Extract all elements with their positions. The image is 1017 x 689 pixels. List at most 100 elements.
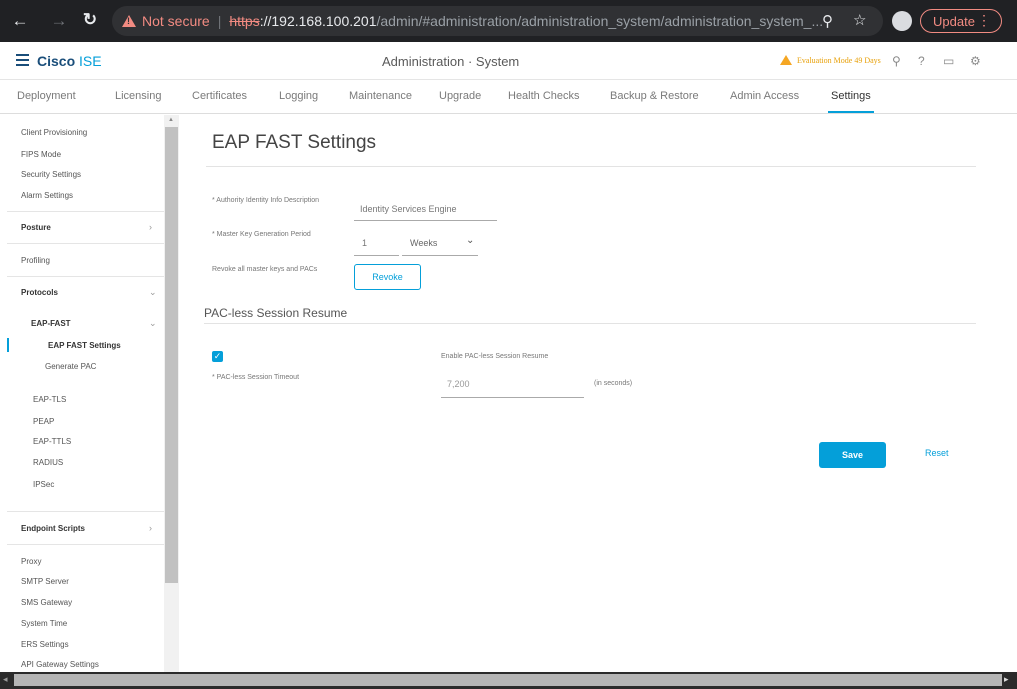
page-right-margin xyxy=(1006,115,1017,672)
chevron-down-icon[interactable]: ⌄ xyxy=(149,318,157,329)
zoom-icon[interactable]: ⚲ xyxy=(822,12,833,30)
sidebar-scrollbar-thumb[interactable] xyxy=(165,127,178,583)
url-scheme: https xyxy=(229,13,260,29)
scroll-left-arrow-icon[interactable]: ◂ xyxy=(3,674,8,685)
sidebar-item-proxy[interactable]: Proxy xyxy=(21,557,41,566)
sidebar-item-ers-settings[interactable]: ERS Settings xyxy=(21,640,69,649)
pacless-section-title: PAC-less Session Resume xyxy=(204,306,348,320)
master-key-period-input[interactable]: 1 xyxy=(362,238,367,248)
forward-arrow-icon[interactable]: → xyxy=(45,11,73,31)
tab-backup-restore[interactable]: Backup & Restore xyxy=(610,90,699,102)
tab-admin-access[interactable]: Admin Access xyxy=(730,90,799,102)
selected-item-indicator xyxy=(7,338,9,352)
tab-certificates[interactable]: Certificates xyxy=(192,90,247,102)
ise-header: Cisco ISE Administration · System Evalua… xyxy=(0,42,1017,80)
url-host: ://192.168.100.201 xyxy=(259,13,377,29)
warning-icon xyxy=(122,15,136,27)
sidebar-item-eap-fast-settings[interactable]: EAP FAST Settings xyxy=(48,341,121,350)
update-button[interactable]: Update ⋮ xyxy=(920,9,1002,33)
scroll-right-arrow-icon[interactable]: ▸ xyxy=(1004,674,1009,685)
enable-pacless-checkbox[interactable]: ✓ xyxy=(212,351,223,362)
sidebar-item-generate-pac[interactable]: Generate PAC xyxy=(45,362,96,371)
active-tab-indicator xyxy=(828,111,874,113)
brand-logo: Cisco ISE xyxy=(37,53,102,69)
scroll-up-arrow-icon[interactable]: ▲ xyxy=(168,117,174,123)
sidebar-item-alarm-settings[interactable]: Alarm Settings xyxy=(21,191,73,200)
omnibox-separator: | xyxy=(217,13,222,29)
sidebar-divider xyxy=(7,511,165,512)
tab-maintenance[interactable]: Maintenance xyxy=(349,90,412,102)
gear-icon[interactable]: ⚙ xyxy=(970,54,981,68)
search-icon[interactable]: ⚲ xyxy=(892,54,901,68)
browser-toolbar: ← → ↻ Not secure | https ://192.168.100.… xyxy=(0,0,1017,42)
timeout-input[interactable]: 7,200 xyxy=(447,379,470,389)
sidebar: Client Provisioning FIPS Mode Security S… xyxy=(0,115,179,672)
horizontal-scrollbar[interactable]: ◂ ▸ xyxy=(0,672,1017,689)
hamburger-menu-icon[interactable] xyxy=(16,54,29,66)
sidebar-divider xyxy=(7,243,165,244)
sidebar-item-eap-fast[interactable]: EAP-FAST xyxy=(31,319,71,328)
timeout-label: * PAC-less Session Timeout xyxy=(212,374,300,381)
evaluation-badge[interactable]: Evaluation Mode 49 Days xyxy=(780,55,881,65)
master-key-unit-select[interactable]: Weeks xyxy=(410,238,437,248)
save-button[interactable]: Save xyxy=(819,442,886,468)
dashboard-icon[interactable]: ▭ xyxy=(943,54,954,68)
profile-avatar-icon[interactable] xyxy=(892,11,912,31)
sidebar-divider xyxy=(7,544,165,545)
chevron-right-icon[interactable]: › xyxy=(149,222,152,232)
sidebar-item-profiling[interactable]: Profiling xyxy=(21,256,50,265)
title-divider xyxy=(206,166,976,167)
sidebar-item-ipsec[interactable]: IPSec xyxy=(33,480,54,489)
sidebar-item-client-provisioning[interactable]: Client Provisioning xyxy=(21,128,87,137)
reload-icon[interactable]: ↻ xyxy=(76,10,104,30)
authority-info-input[interactable]: Identity Services Engine xyxy=(360,204,457,214)
sidebar-item-protocols[interactable]: Protocols xyxy=(21,288,58,297)
not-secure-label[interactable]: Not secure xyxy=(142,13,210,29)
sidebar-item-system-time[interactable]: System Time xyxy=(21,619,67,628)
sidebar-item-eap-tls[interactable]: EAP-TLS xyxy=(33,395,66,404)
section-divider xyxy=(204,323,976,324)
sidebar-item-security-settings[interactable]: Security Settings xyxy=(21,170,81,179)
authority-info-label: * Authority Identity Info Description xyxy=(212,197,319,204)
tab-health-checks[interactable]: Health Checks xyxy=(508,90,580,102)
tab-settings[interactable]: Settings xyxy=(831,90,871,102)
horizontal-scrollbar-thumb[interactable] xyxy=(14,674,1002,686)
timeout-underline xyxy=(441,397,584,398)
page-title: EAP FAST Settings xyxy=(212,132,377,153)
tab-logging[interactable]: Logging xyxy=(279,90,318,102)
authority-info-underline xyxy=(354,220,497,221)
sidebar-item-radius[interactable]: RADIUS xyxy=(33,458,63,467)
tab-licensing[interactable]: Licensing xyxy=(115,90,161,102)
enable-pacless-label: Enable PAC-less Session Resume xyxy=(441,353,549,360)
back-arrow-icon[interactable]: ← xyxy=(6,11,34,31)
timeout-unit-label: (in seconds) xyxy=(594,380,633,387)
warning-triangle-icon xyxy=(780,55,792,65)
sidebar-item-fips-mode[interactable]: FIPS Mode xyxy=(21,150,61,159)
chevron-down-icon[interactable]: ⌄ xyxy=(466,235,474,246)
tab-deployment[interactable]: Deployment xyxy=(17,90,76,102)
sidebar-item-endpoint-scripts[interactable]: Endpoint Scripts xyxy=(21,524,85,533)
address-bar[interactable]: Not secure | https ://192.168.100.201 /a… xyxy=(112,6,883,36)
page-heading: Administration · System xyxy=(382,54,520,69)
sidebar-item-smtp-server[interactable]: SMTP Server xyxy=(21,577,69,586)
sidebar-divider xyxy=(7,211,165,212)
tab-upgrade[interactable]: Upgrade xyxy=(439,90,481,102)
help-icon[interactable]: ? xyxy=(918,54,925,68)
chevron-right-icon[interactable]: › xyxy=(149,523,152,533)
reset-link[interactable]: Reset xyxy=(925,448,949,458)
sidebar-item-eap-ttls[interactable]: EAP-TTLS xyxy=(33,437,71,446)
sidebar-item-posture[interactable]: Posture xyxy=(21,223,51,232)
sidebar-item-api-gateway-settings[interactable]: API Gateway Settings xyxy=(21,660,99,669)
url-path: /admin/#administration/administration_sy… xyxy=(376,13,824,29)
bookmark-star-icon[interactable]: ☆ xyxy=(853,11,866,29)
revoke-label: Revoke all master keys and PACs xyxy=(212,266,318,273)
sidebar-item-peap[interactable]: PEAP xyxy=(33,417,54,426)
brand-secondary: ISE xyxy=(79,53,102,69)
unit-select-underline xyxy=(402,255,478,256)
chevron-down-icon[interactable]: ⌄ xyxy=(149,287,157,298)
update-button-label: Update xyxy=(933,13,975,29)
sidebar-item-sms-gateway[interactable]: SMS Gateway xyxy=(21,598,72,607)
master-key-underline xyxy=(354,255,399,256)
revoke-button[interactable]: Revoke xyxy=(354,264,421,290)
brand-primary: Cisco xyxy=(37,53,76,69)
